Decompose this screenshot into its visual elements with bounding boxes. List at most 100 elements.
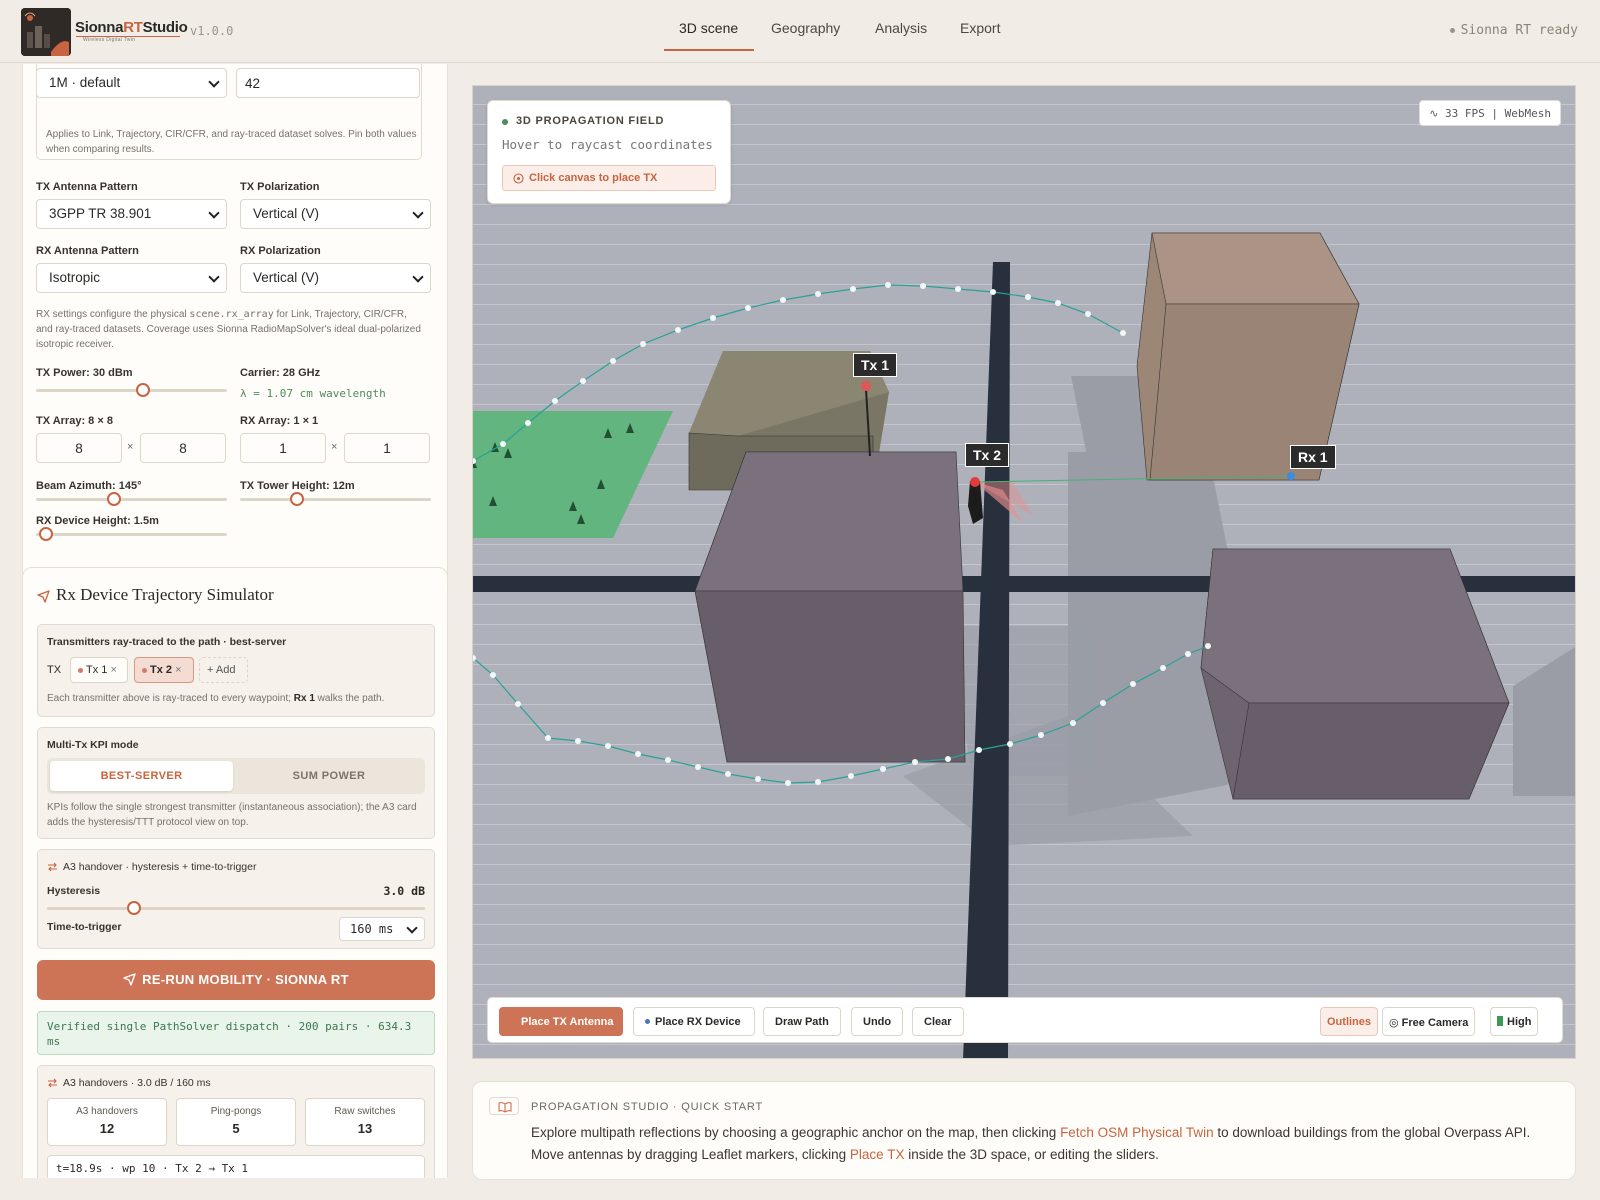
waypoint[interactable] <box>710 315 716 321</box>
add-tx-button[interactable]: + Add <box>199 657 248 683</box>
waypoint[interactable] <box>780 297 786 303</box>
waypoint[interactable] <box>976 747 982 753</box>
rx-array-cols-input[interactable]: 1 <box>344 433 430 463</box>
quality-toggle[interactable]: High <box>1490 1007 1539 1036</box>
waypoint[interactable] <box>1120 330 1126 336</box>
rx-height-slider[interactable] <box>36 527 227 541</box>
place-tx-hint-button[interactable]: Click canvas to place TX <box>502 165 716 191</box>
undo-button[interactable]: Undo <box>851 1007 904 1036</box>
rerun-mobility-button[interactable]: RE-RUN MOBILITY · SIONNA RT <box>37 960 435 1000</box>
waypoint[interactable] <box>525 420 531 426</box>
hysteresis-slider[interactable] <box>47 901 425 915</box>
slider-knob[interactable] <box>38 527 53 541</box>
kpi-sum-power-option[interactable]: SUM POWER <box>236 761 422 791</box>
trajectory-card: Rx Device Trajectory Simulator Transmitt… <box>22 567 448 1178</box>
waypoint[interactable] <box>1160 665 1166 671</box>
waypoint[interactable] <box>745 305 751 311</box>
slider-knob[interactable] <box>290 492 305 506</box>
tx-array-rows-input[interactable]: 8 <box>36 433 122 463</box>
waypoint[interactable] <box>920 283 926 289</box>
tower-height-slider[interactable] <box>240 492 431 506</box>
waypoint[interactable] <box>1205 643 1211 649</box>
waypoint[interactable] <box>912 759 918 765</box>
waypoint[interactable] <box>500 441 506 447</box>
waypoint[interactable] <box>665 757 671 763</box>
beam-azimuth-slider[interactable] <box>36 492 227 506</box>
3d-viewport-canvas[interactable]: Tx 1 Tx 2 Rx 1 3D PROPAGATION FIELD Hove… <box>472 85 1576 1059</box>
tx-array-cols-input[interactable]: 8 <box>140 433 226 463</box>
rx-polarization-select[interactable]: Vertical (V) <box>240 263 431 293</box>
waypoint[interactable] <box>605 743 611 749</box>
waypoint[interactable] <box>1025 294 1031 300</box>
waypoint[interactable] <box>945 756 951 762</box>
brand-subtitle: Wireless Digital Twin <box>83 37 136 43</box>
waypoint[interactable] <box>725 771 731 777</box>
rx-pattern-select[interactable]: Isotropic <box>36 263 227 293</box>
tab-geography[interactable]: Geography <box>771 20 840 36</box>
waypoint[interactable] <box>695 764 701 770</box>
waypoint[interactable] <box>610 358 616 364</box>
waypoint[interactable] <box>640 341 646 347</box>
quickstart-card: PROPAGATION STUDIO · QUICK START Explore… <box>472 1081 1576 1180</box>
tab-export[interactable]: Export <box>960 20 1000 36</box>
tx-polarization-select[interactable]: Vertical (V) <box>240 199 431 229</box>
waypoint[interactable] <box>575 738 581 744</box>
waypoint[interactable] <box>755 776 761 782</box>
waypoint[interactable] <box>955 286 961 292</box>
waypoint[interactable] <box>850 286 856 292</box>
waypoint[interactable] <box>1185 651 1191 657</box>
place-tx-button[interactable]: Place TX Antenna <box>499 1007 623 1036</box>
waypoint[interactable] <box>515 701 521 707</box>
waypoint[interactable] <box>848 773 854 779</box>
waypoint[interactable] <box>635 751 641 757</box>
kpi-best-server-option[interactable]: BEST-SERVER <box>50 761 233 791</box>
waypoint[interactable] <box>815 779 821 785</box>
tab-3d-scene[interactable]: 3D scene <box>679 20 738 36</box>
waypoint[interactable] <box>1085 311 1091 317</box>
fetch-osm-link[interactable]: Fetch OSM Physical Twin <box>1060 1125 1214 1140</box>
waypoint[interactable] <box>880 766 886 772</box>
waypoint[interactable] <box>1038 732 1044 738</box>
waypoint[interactable] <box>490 672 496 678</box>
app-header: SionnaRTStudio Wireless Digital Twin v1.… <box>0 0 1600 63</box>
waypoint[interactable] <box>990 289 996 295</box>
slider-knob[interactable] <box>126 901 141 915</box>
draw-path-button[interactable]: Draw Path <box>763 1007 841 1036</box>
ttt-select[interactable]: 160 ms <box>339 917 425 941</box>
remove-chip-icon[interactable]: × <box>175 664 181 676</box>
rx1-marker-label[interactable]: Rx 1 <box>1290 445 1336 469</box>
clear-button[interactable]: Clear <box>912 1007 964 1036</box>
place-tx-link[interactable]: Place TX <box>850 1147 905 1162</box>
waypoint[interactable] <box>1070 720 1076 726</box>
waypoint[interactable] <box>580 378 586 384</box>
free-camera-toggle[interactable]: ◎ Free Camera <box>1382 1007 1476 1036</box>
live-dot <box>502 119 508 125</box>
waypoint[interactable] <box>885 282 891 288</box>
verified-dispatch-message: Verified single PathSolver dispatch · 20… <box>37 1011 435 1055</box>
place-rx-button[interactable]: Place RX Device <box>633 1007 755 1036</box>
stat-a3-handovers: A3 handovers 12 <box>47 1098 167 1146</box>
rx-array-rows-input[interactable]: 1 <box>240 433 326 463</box>
target-icon <box>513 173 524 184</box>
waypoint[interactable] <box>1055 300 1061 306</box>
waypoint[interactable] <box>1007 741 1013 747</box>
waypoint[interactable] <box>675 327 681 333</box>
waypoint[interactable] <box>545 735 551 741</box>
tx2-marker-label[interactable]: Tx 2 <box>965 443 1010 467</box>
slider-knob[interactable] <box>135 383 150 397</box>
trajectory-line <box>473 645 1209 784</box>
tx-chip-2[interactable]: Tx 2 × <box>134 657 194 683</box>
waypoint[interactable] <box>785 780 791 786</box>
tx1-marker-label[interactable]: Tx 1 <box>853 353 898 377</box>
tx-power-slider[interactable] <box>36 383 227 397</box>
remove-chip-icon[interactable]: × <box>110 664 116 676</box>
outlines-toggle[interactable]: Outlines <box>1320 1007 1379 1036</box>
tab-analysis[interactable]: Analysis <box>875 20 927 36</box>
waypoint[interactable] <box>815 291 821 297</box>
tx-pattern-select[interactable]: 3GPP TR 38.901 <box>36 199 227 229</box>
waypoint[interactable] <box>552 398 558 404</box>
slider-knob[interactable] <box>107 492 122 506</box>
tx-chip-1[interactable]: Tx 1 × <box>70 657 128 683</box>
waypoint[interactable] <box>1130 681 1136 687</box>
waypoint[interactable] <box>1100 700 1106 706</box>
